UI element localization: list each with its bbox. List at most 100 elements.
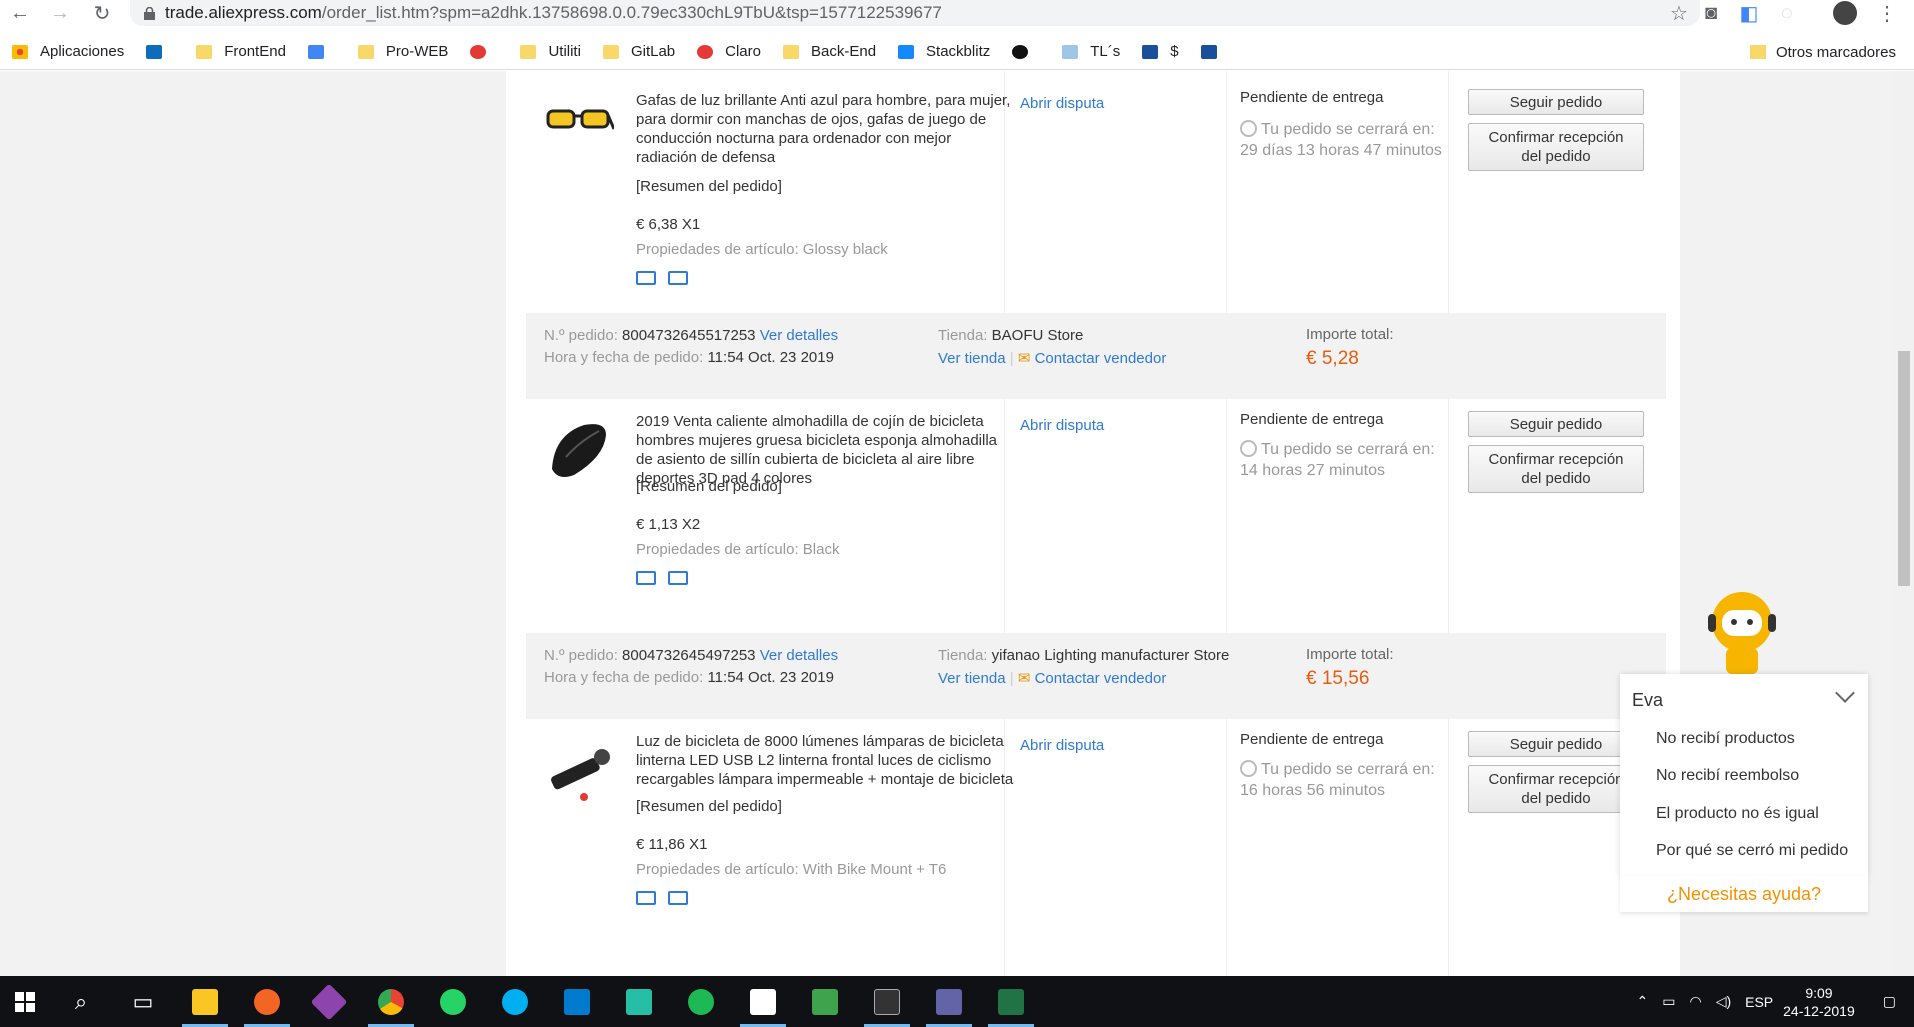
bookmark-frontend[interactable]: FrontEnd bbox=[196, 43, 286, 60]
reload-icon[interactable]: ↻ bbox=[88, 0, 116, 26]
menu-icon[interactable]: ⋮ bbox=[1872, 0, 1902, 26]
shipping-icon[interactable] bbox=[636, 271, 656, 285]
search-icon[interactable]: ⌕ bbox=[50, 976, 112, 1027]
envelope-icon: ✉ bbox=[1017, 350, 1031, 367]
track-order-button[interactable]: Seguir pedido bbox=[1468, 411, 1644, 437]
product-title[interactable]: 2019 Venta caliente almohadilla de cojín… bbox=[636, 412, 1016, 488]
wifi-icon[interactable]: ◠ bbox=[1689, 993, 1701, 1010]
scrollbar-thumb[interactable] bbox=[1898, 351, 1910, 586]
confirm-receipt-button[interactable]: Confirmar recepción del pedido bbox=[1468, 445, 1644, 493]
bookmark-outlook[interactable] bbox=[146, 44, 174, 59]
open-dispute-link[interactable]: Abrir disputa bbox=[1020, 417, 1104, 434]
app-icon[interactable] bbox=[794, 976, 856, 1027]
bookmark-other[interactable]: Otros marcadores bbox=[1749, 34, 1896, 70]
shipping-icon[interactable] bbox=[636, 571, 656, 585]
chat-option[interactable]: Por qué se cerró mi pedido bbox=[1656, 842, 1848, 860]
chat-option[interactable]: No recibí reembolso bbox=[1656, 767, 1799, 785]
confirm-receipt-button[interactable]: Confirmar recepción del pedido bbox=[1468, 765, 1644, 813]
order-summary-link[interactable]: [Resumen del pedido] bbox=[636, 478, 782, 495]
help-link[interactable]: ¿Necesitas ayuda? bbox=[1620, 876, 1868, 912]
bookmark-dollar[interactable]: $ bbox=[1142, 43, 1179, 60]
bookmark-tls[interactable]: TL´s bbox=[1062, 43, 1120, 60]
extension-icon[interactable]: ◌ bbox=[1772, 0, 1802, 26]
track-order-button[interactable]: Seguir pedido bbox=[1468, 89, 1644, 115]
bookmark-claro[interactable]: Claro bbox=[697, 43, 761, 60]
order-status: Pendiente de entrega bbox=[1240, 731, 1384, 748]
view-details-link[interactable]: Ver detalles bbox=[760, 647, 838, 664]
mongodb-icon[interactable] bbox=[732, 976, 794, 1027]
bookmark-play[interactable] bbox=[470, 44, 498, 59]
contact-seller-link[interactable]: Contactar vendedor bbox=[1035, 350, 1167, 367]
back-icon[interactable]: ← bbox=[6, 0, 34, 26]
clock[interactable]: 9:09 24-12-2019 bbox=[1783, 984, 1855, 1020]
bookmark-backend[interactable]: Back-End bbox=[783, 43, 876, 60]
open-dispute-link[interactable]: Abrir disputa bbox=[1020, 95, 1104, 112]
page: Gafas de luz brillante Anti azul para ho… bbox=[0, 71, 1914, 976]
product-image-glasses[interactable] bbox=[544, 89, 616, 159]
divider bbox=[1226, 719, 1227, 976]
divider bbox=[1226, 71, 1227, 336]
order-summary-link[interactable]: [Resumen del pedido] bbox=[636, 178, 782, 195]
extension-icon[interactable]: ◙ bbox=[1696, 0, 1726, 26]
invoice-icon[interactable] bbox=[668, 571, 688, 585]
translate-icon[interactable]: ◧ bbox=[1734, 0, 1764, 26]
track-order-button[interactable]: Seguir pedido bbox=[1468, 731, 1644, 757]
view-store-link[interactable]: Ver tienda bbox=[938, 670, 1006, 687]
bookmark-star-icon[interactable]: ☆ bbox=[1664, 0, 1694, 26]
skype-icon[interactable] bbox=[484, 976, 546, 1027]
vscode-icon[interactable] bbox=[546, 976, 608, 1027]
language-indicator[interactable]: ESP bbox=[1745, 994, 1773, 1010]
bookmark-github[interactable] bbox=[1012, 44, 1040, 59]
confirm-receipt-button[interactable]: Confirmar recepción del pedido bbox=[1468, 123, 1644, 171]
product-title[interactable]: Gafas de luz brillante Anti azul para ho… bbox=[636, 91, 1016, 167]
spotify-icon[interactable] bbox=[670, 976, 732, 1027]
product-title[interactable]: Luz de bicicleta de 8000 lúmenes lámpara… bbox=[636, 732, 1016, 789]
view-store-link[interactable]: Ver tienda bbox=[938, 350, 1006, 367]
task-view-icon[interactable]: ▭ bbox=[112, 976, 174, 1027]
bookmark-gitlab[interactable]: GitLab bbox=[602, 43, 675, 60]
scrollbar[interactable] bbox=[1894, 71, 1914, 976]
shipping-icon[interactable] bbox=[636, 891, 656, 905]
teams-icon[interactable] bbox=[918, 976, 980, 1027]
volume-icon[interactable]: ◁) bbox=[1716, 993, 1731, 1010]
chevron-up-icon[interactable]: ⌃ bbox=[1637, 993, 1649, 1010]
bec-icon bbox=[1142, 44, 1159, 59]
chat-option[interactable]: El producto no és igual bbox=[1656, 805, 1819, 823]
bookmark-proweb[interactable]: Pro-WEB bbox=[357, 43, 448, 60]
chevron-down-icon[interactable] bbox=[1835, 683, 1855, 703]
app-icon[interactable] bbox=[298, 976, 360, 1027]
contact-seller-link[interactable]: Contactar vendedor bbox=[1035, 670, 1167, 687]
avatar[interactable] bbox=[1830, 0, 1860, 26]
view-details-link[interactable]: Ver detalles bbox=[760, 327, 838, 344]
bookmark-utiliti[interactable]: Utiliti bbox=[520, 43, 581, 60]
chrome-icon[interactable] bbox=[360, 976, 422, 1027]
bookmark-translate[interactable] bbox=[307, 44, 336, 59]
bookmark-apps[interactable]: Aplicaciones bbox=[12, 43, 124, 60]
open-dispute-link[interactable]: Abrir disputa bbox=[1020, 737, 1104, 754]
app-icon[interactable] bbox=[236, 976, 298, 1027]
excel-icon[interactable] bbox=[980, 976, 1042, 1027]
product-image-flashlight[interactable] bbox=[544, 737, 614, 807]
order-date: 11:54 Oct. 23 2019 bbox=[707, 349, 834, 366]
bookmark-bec[interactable] bbox=[1200, 44, 1229, 59]
order-summary-link[interactable]: [Resumen del pedido] bbox=[636, 798, 782, 815]
invoice-icon[interactable] bbox=[668, 271, 688, 285]
vscode-insiders-icon[interactable] bbox=[608, 976, 670, 1027]
clock-icon bbox=[1240, 120, 1257, 137]
whatsapp-icon[interactable] bbox=[422, 976, 484, 1027]
assistant-mascot[interactable] bbox=[1702, 584, 1782, 674]
windows-start-icon[interactable] bbox=[0, 976, 50, 1027]
file-explorer-icon[interactable] bbox=[174, 976, 236, 1027]
bookmark-stackblitz[interactable]: Stackblitz bbox=[898, 43, 990, 60]
chat-option[interactable]: No recibí productos bbox=[1656, 730, 1795, 748]
invoice-icon[interactable] bbox=[668, 891, 688, 905]
terminal-icon[interactable] bbox=[856, 976, 918, 1027]
product-image-saddle[interactable] bbox=[544, 417, 614, 487]
address-bar[interactable]: trade.aliexpress.com/order_list.htm?spm=… bbox=[130, 0, 1700, 26]
forward-icon[interactable]: → bbox=[46, 0, 74, 26]
notifications-icon[interactable]: ▢ bbox=[1883, 993, 1896, 1010]
battery-icon[interactable]: ▭ bbox=[1662, 993, 1675, 1010]
taskbar: ⌕ ▭ ⌃ ▭ ◠ ◁) ESP 9:09 24-12-2019 ▢ bbox=[0, 976, 1914, 1027]
clock-icon bbox=[1240, 760, 1257, 777]
folder-icon bbox=[1749, 45, 1766, 59]
